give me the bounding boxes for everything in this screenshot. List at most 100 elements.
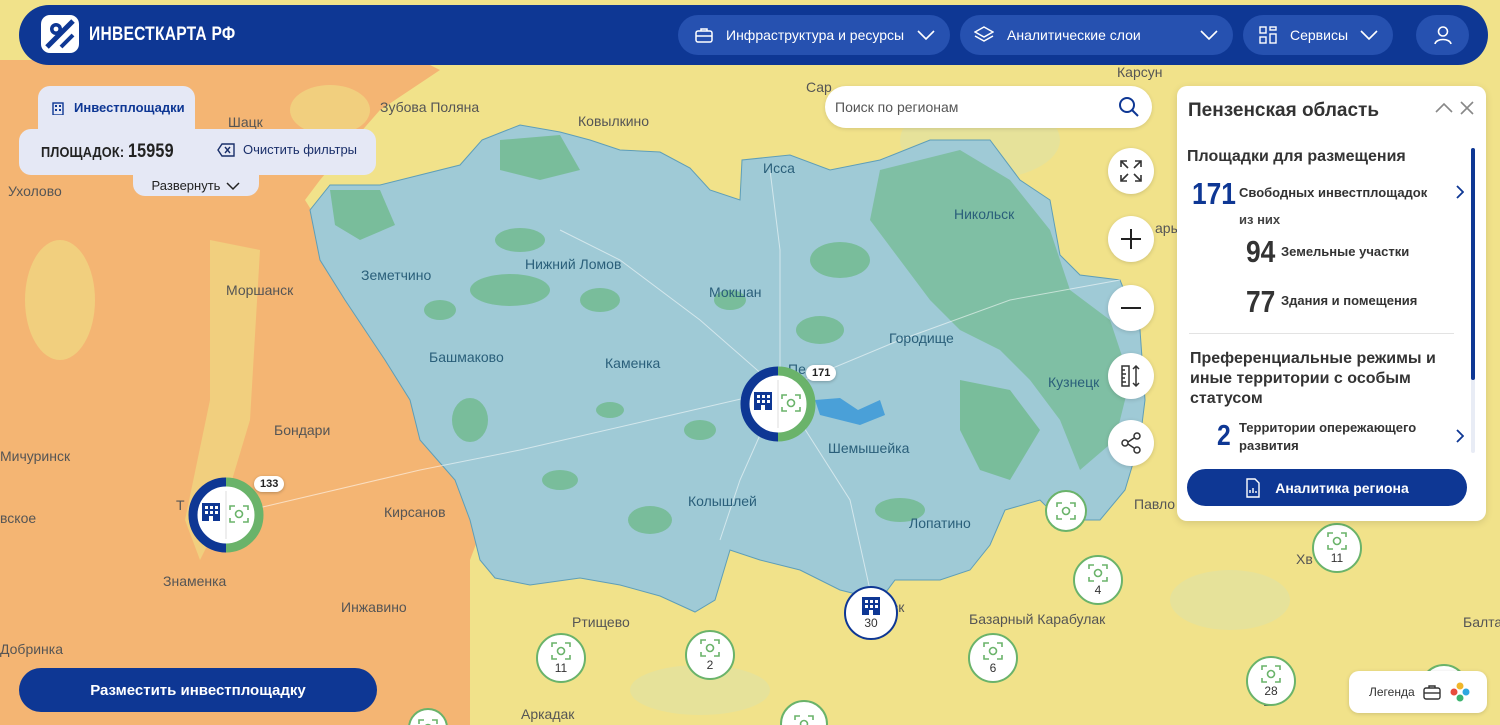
chevron-down-icon — [226, 181, 240, 190]
layers-icon — [974, 26, 994, 42]
city-label: Каменка — [605, 355, 661, 371]
ruler-icon — [1121, 364, 1140, 388]
analytics-label: Аналитика региона — [1275, 479, 1409, 496]
city-label: Инжавино — [341, 599, 407, 615]
legend-button[interactable]: Легенда — [1349, 671, 1487, 713]
city-label: Павло — [1134, 496, 1176, 512]
divider — [1189, 333, 1454, 334]
cluster-count: 28 — [1264, 683, 1278, 698]
logo-icon[interactable] — [41, 15, 79, 53]
cluster-small[interactable]: 11 — [536, 633, 586, 683]
region-search[interactable] — [825, 86, 1152, 128]
briefcase-icon — [695, 28, 713, 43]
focus-icon — [700, 638, 720, 657]
close-icon[interactable] — [1460, 101, 1474, 115]
nav-infrastructure[interactable]: Инфраструктура и ресурсы — [678, 15, 950, 55]
cluster-small[interactable] — [1045, 490, 1087, 532]
city-label: Ртищево — [572, 614, 630, 630]
city-label: Балтай — [1463, 614, 1500, 630]
ruler-button[interactable] — [1108, 353, 1154, 399]
focus-icon — [1056, 502, 1076, 520]
cluster-ring — [740, 366, 816, 442]
buildings-count: 77 — [1246, 284, 1276, 319]
nav-services[interactable]: Сервисы — [1243, 15, 1393, 55]
focus-icon — [551, 641, 571, 660]
focus-icon — [1088, 563, 1108, 582]
share-icon — [1121, 432, 1141, 454]
land-label[interactable]: Земельные участки — [1281, 244, 1409, 259]
building-icon — [52, 101, 64, 115]
free-sites-label[interactable]: Свободных инвестплощадок — [1239, 185, 1427, 200]
expand-icon — [1120, 160, 1142, 182]
tab-label: Инвестплощадки — [74, 100, 185, 115]
expand-label: Развернуть — [151, 178, 221, 193]
region-analytics-button[interactable]: Аналитика региона — [1187, 469, 1467, 506]
filter-card: ПЛОЩАДОК: 15959 Очистить фильтры — [19, 129, 376, 175]
nav-label: Аналитические слои — [1007, 27, 1141, 43]
share-button[interactable] — [1108, 420, 1154, 466]
city-label: вское — [0, 510, 37, 526]
sites-count-value: 15959 — [127, 141, 174, 162]
tor-label[interactable]: Территории опережающего развития — [1239, 419, 1449, 455]
fullscreen-button[interactable] — [1108, 148, 1154, 194]
cluster-small[interactable]: 28 — [1246, 656, 1296, 706]
cluster-count: 6 — [989, 660, 997, 675]
city-label: Бондари — [274, 422, 331, 438]
cluster-small[interactable]: 2 — [685, 630, 735, 680]
panel-title: Пензенская область — [1188, 100, 1380, 121]
chevron-down-icon — [1360, 30, 1378, 41]
city-label: Мокшан — [709, 284, 762, 300]
cluster-penza[interactable]: 171 — [740, 365, 837, 442]
panel-scrollbar-thumb[interactable] — [1471, 148, 1475, 380]
tab-investment-sites[interactable]: Инвестплощадки — [38, 86, 195, 129]
section-title: Площадки для размещения — [1187, 148, 1406, 165]
zoom-out-button[interactable] — [1108, 285, 1154, 331]
cluster-small[interactable]: 6 — [968, 633, 1018, 683]
chevron-right-icon[interactable] — [1456, 429, 1464, 443]
focus-icon — [418, 719, 438, 725]
cluster-tambov[interactable]: 133 — [188, 476, 285, 553]
city-label: Базарный Карабулак — [969, 611, 1106, 627]
chevron-up-icon[interactable] — [1435, 101, 1453, 115]
nav-analytics-layers[interactable]: Аналитические слои — [960, 15, 1233, 55]
minus-icon — [1121, 307, 1141, 309]
user-button[interactable] — [1416, 15, 1469, 55]
city-label: Ковылкино — [578, 113, 650, 129]
chevron-down-icon — [1200, 30, 1218, 41]
briefcase-icon — [1422, 685, 1441, 700]
search-icon[interactable] — [1118, 96, 1140, 118]
cluster-count-badge: 171 — [806, 365, 837, 381]
search-input[interactable] — [835, 95, 1105, 119]
place-site-button[interactable]: Разместить инвестплощадку — [19, 668, 377, 712]
zoom-in-button[interactable] — [1108, 216, 1154, 262]
clear-filters-button[interactable]: Очистить фильтры — [217, 142, 357, 157]
city-label: Башмаково — [429, 349, 504, 365]
cluster-small[interactable]: 11 — [1312, 523, 1362, 573]
city-label: Кирсанов — [384, 504, 446, 520]
chevron-right-icon[interactable] — [1456, 185, 1464, 199]
tor-count: 2 — [1217, 420, 1231, 452]
cluster-buildings[interactable]: 30 — [844, 586, 898, 640]
sites-count-label: ПЛОЩАДОК: — [41, 144, 125, 161]
city-label: Исса — [763, 160, 795, 176]
plus-icon — [1121, 229, 1141, 249]
city-label: Знаменка — [163, 573, 227, 589]
cluster-ring — [188, 477, 264, 553]
city-label: Шемышейка — [828, 440, 910, 456]
city-label: Аркадак — [521, 706, 575, 722]
sites-count: ПЛОЩАДОК: 15959 — [41, 141, 174, 163]
nav-label: Инфраструктура и ресурсы — [726, 27, 905, 43]
of-them-label: из них — [1239, 212, 1281, 227]
legend-label: Легенда — [1369, 685, 1415, 699]
building-icon — [862, 597, 880, 615]
city-label: Городище — [889, 330, 954, 346]
cluster-small[interactable]: 4 — [1073, 555, 1123, 605]
top-header: ИНВЕСТКАРТА РФ Инфраструктура и ресурсы … — [19, 5, 1488, 65]
city-label: Земетчино — [361, 267, 432, 283]
logo-text[interactable]: ИНВЕСТКАРТА РФ — [89, 24, 235, 46]
city-label: Карсун — [1117, 64, 1163, 80]
buildings-label[interactable]: Здания и помещения — [1281, 293, 1417, 308]
user-icon — [1433, 26, 1452, 45]
expand-button[interactable]: Развернуть — [133, 175, 259, 196]
cluster-count: 11 — [554, 660, 568, 675]
